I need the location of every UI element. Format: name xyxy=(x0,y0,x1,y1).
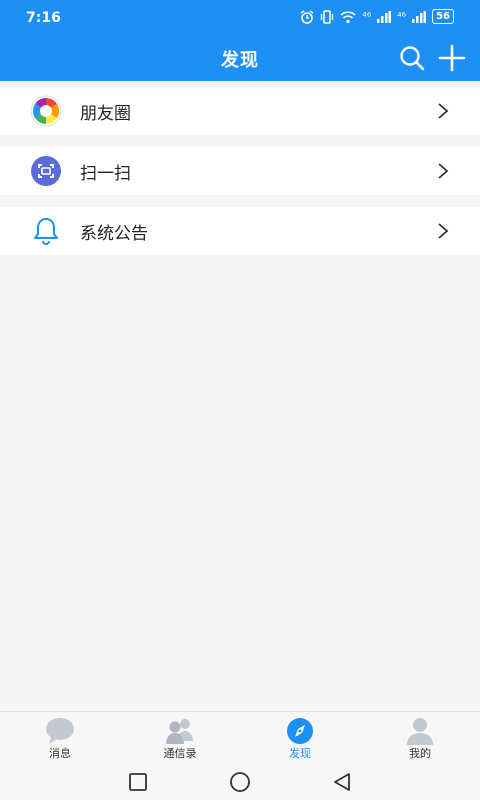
plus-icon[interactable] xyxy=(438,44,466,72)
home-button-icon[interactable] xyxy=(229,771,251,793)
chevron-right-icon xyxy=(438,163,449,179)
vibrate-icon xyxy=(321,9,334,24)
wifi-icon xyxy=(340,10,356,23)
status-bar: 7:16 ⁴⁶ ⁴⁶ 56 xyxy=(0,0,480,36)
search-icon[interactable] xyxy=(398,44,426,72)
scan-icon xyxy=(31,156,61,186)
recents-button-icon[interactable] xyxy=(127,771,149,793)
tab-me[interactable]: 我的 xyxy=(360,712,480,765)
person-icon xyxy=(407,718,433,745)
menu-item-label: 扫一扫 xyxy=(80,163,131,184)
menu-item-label: 朋友圈 xyxy=(80,103,131,124)
contacts-icon xyxy=(166,719,193,744)
menu-item-moments[interactable]: 朋友圈 xyxy=(0,87,480,135)
tab-label: 消息 xyxy=(49,747,71,760)
aperture-icon xyxy=(30,95,62,127)
tab-discover[interactable]: 发现 xyxy=(240,712,360,765)
tab-label: 发现 xyxy=(289,747,311,760)
bottom-tab-bar: 消息 通信录 发现 我的 xyxy=(0,711,480,765)
signal-label-1: ⁴⁶ xyxy=(362,10,372,23)
back-button-icon[interactable] xyxy=(331,771,353,793)
discover-menu: 朋友圈 扫一扫 系统公告 xyxy=(0,87,480,255)
bell-icon xyxy=(34,218,58,245)
system-icons: ⁴⁶ ⁴⁶ 56 xyxy=(300,9,454,24)
status-time: 7:16 xyxy=(26,10,61,26)
tab-messages[interactable]: 消息 xyxy=(0,712,120,765)
chat-bubble-icon xyxy=(46,718,74,744)
tab-label: 通信录 xyxy=(163,747,197,760)
signal-icon-2 xyxy=(412,10,427,23)
menu-item-announcement[interactable]: 系统公告 xyxy=(0,207,480,255)
menu-item-scan[interactable]: 扫一扫 xyxy=(0,147,480,195)
battery-indicator: 56 xyxy=(432,9,454,24)
compass-icon xyxy=(287,718,313,744)
tab-contacts[interactable]: 通信录 xyxy=(120,712,240,765)
menu-item-label: 系统公告 xyxy=(80,223,148,244)
tab-label: 我的 xyxy=(409,747,431,760)
chevron-right-icon xyxy=(438,103,449,119)
signal-label-2: ⁴⁶ xyxy=(397,10,407,23)
chevron-right-icon xyxy=(438,223,449,239)
alarm-icon xyxy=(301,9,314,24)
signal-icon xyxy=(377,10,392,23)
app-bar: 7:16 ⁴⁶ ⁴⁶ 56 发现 xyxy=(0,0,480,81)
system-nav-bar xyxy=(0,764,480,800)
